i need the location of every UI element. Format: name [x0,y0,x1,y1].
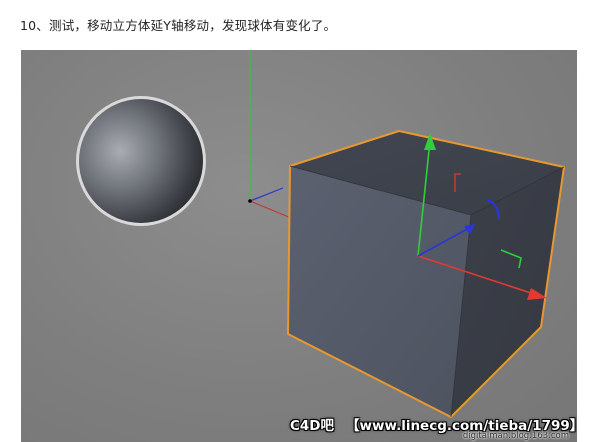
watermark-left: C4D吧 [290,418,335,434]
sphere-object[interactable] [76,96,206,226]
c4d-viewport[interactable]: C4D吧 【www.linecg.com/tieba/1799】 digitalm… [21,50,577,442]
blog-watermark: digitalman.blog.163.com [462,431,569,441]
step-caption: 10、测试，移动立方体延Y轴移动，发现球体有变化了。 [20,18,337,33]
world-axes [248,50,292,219]
viewport-scene[interactable] [21,50,577,442]
